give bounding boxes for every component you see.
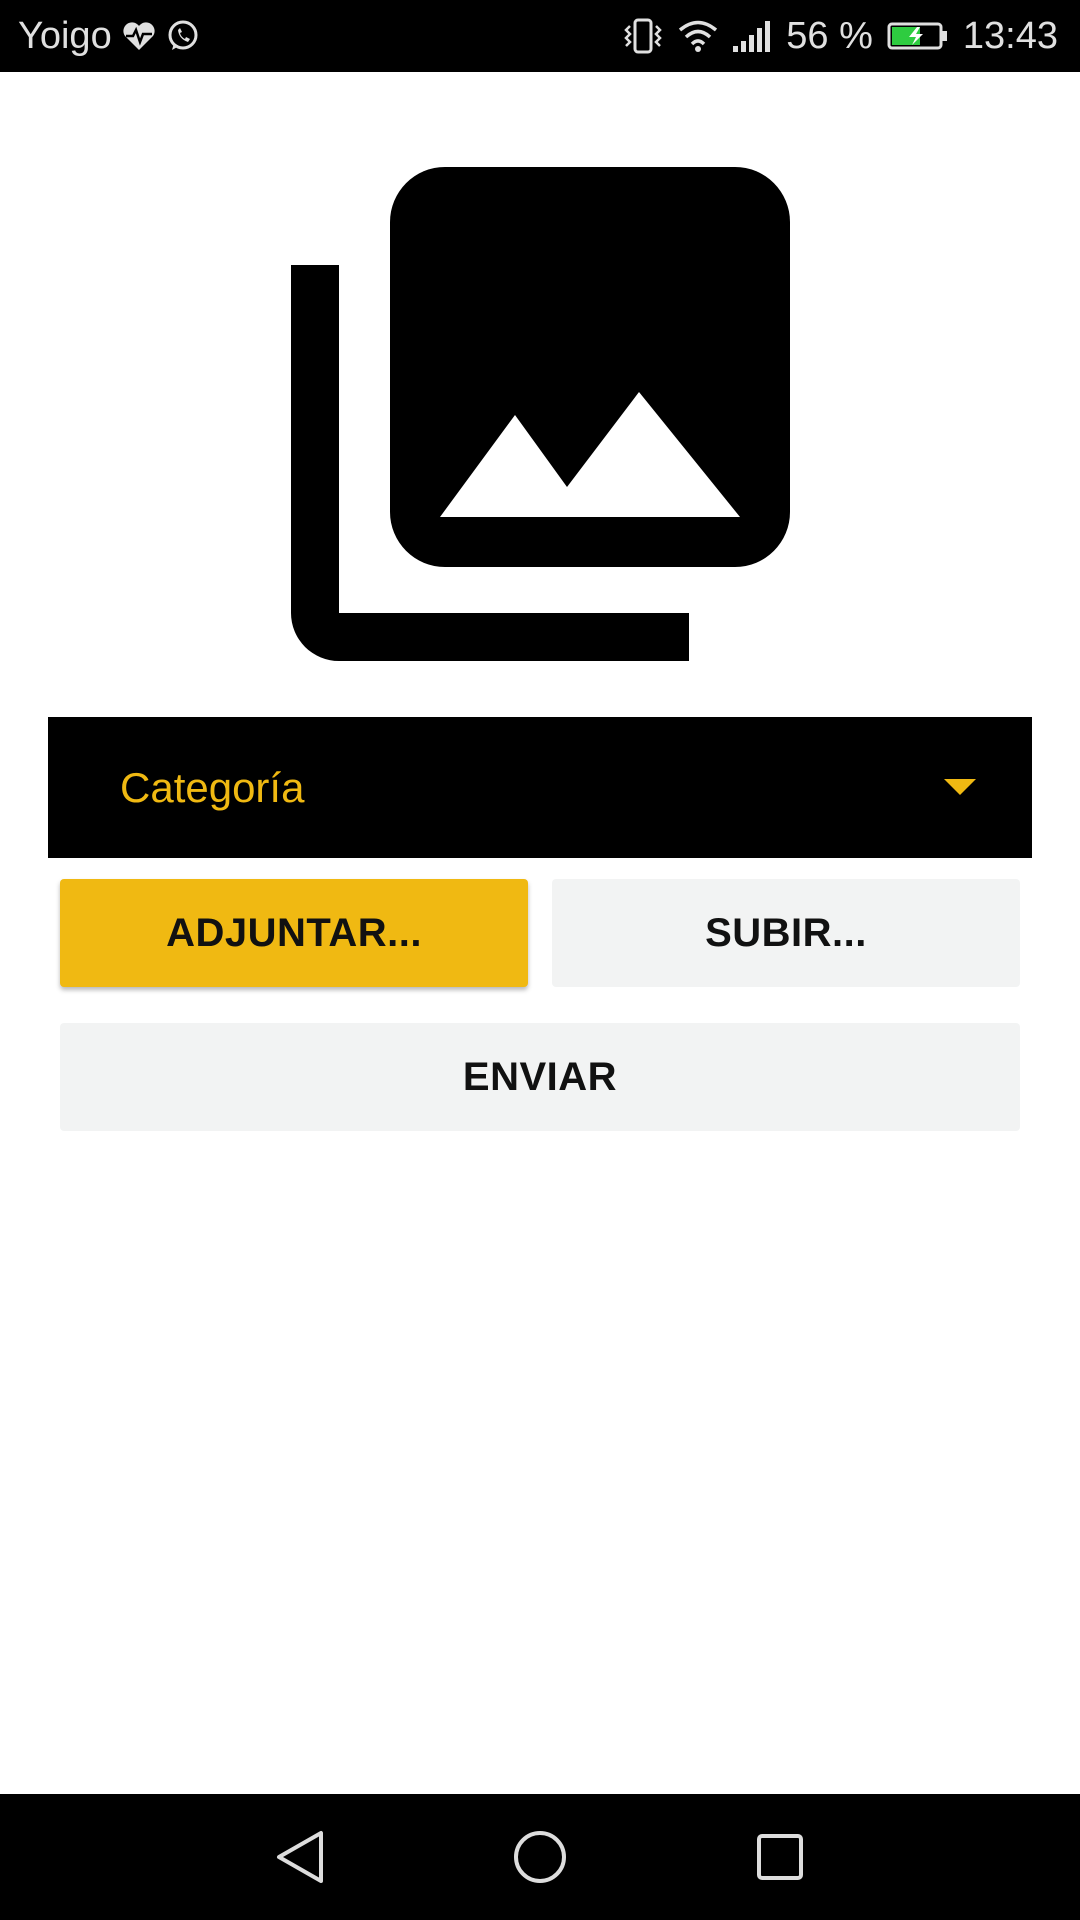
- heart-pulse-icon: [122, 21, 156, 51]
- whatsapp-icon: [166, 19, 200, 53]
- back-icon[interactable]: [267, 1824, 333, 1890]
- category-dropdown[interactable]: Categoría: [48, 717, 1032, 858]
- photo-library-icon[interactable]: [285, 167, 795, 677]
- main-content: Categoría ADJUNTAR... SUBIR... ENVIAR: [0, 72, 1080, 1794]
- wifi-icon: [678, 19, 718, 53]
- signal-icon: [732, 19, 772, 53]
- navigation-bar: [0, 1794, 1080, 1920]
- attach-button[interactable]: ADJUNTAR...: [60, 879, 528, 987]
- category-label: Categoría: [120, 763, 305, 811]
- status-left: Yoigo: [18, 15, 200, 58]
- battery-percent: 56 %: [786, 14, 873, 57]
- status-bar: Yoigo 56 % 13:43: [0, 0, 1080, 72]
- carrier-name: Yoigo: [18, 14, 112, 57]
- clock: 13:43: [962, 14, 1058, 57]
- dropdown-arrow-icon: [944, 778, 976, 797]
- home-icon[interactable]: [507, 1824, 573, 1890]
- battery-charging-icon: [887, 21, 949, 51]
- send-button[interactable]: ENVIAR: [60, 1023, 1020, 1131]
- vibrate-icon: [622, 18, 664, 54]
- recents-icon[interactable]: [747, 1824, 813, 1890]
- status-right: 56 % 13:43: [622, 15, 1058, 58]
- upload-button[interactable]: SUBIR...: [552, 879, 1020, 987]
